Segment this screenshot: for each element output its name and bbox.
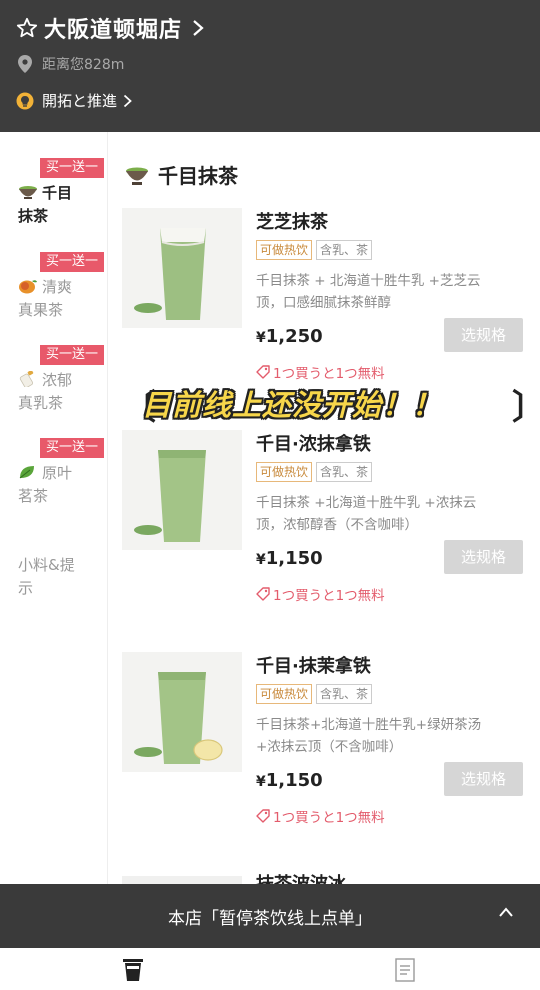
tag-icon xyxy=(256,809,270,823)
product-card[interactable]: 千目·抹茉拿铁 可做热饮 含乳、茶 千目抹茶+北海道十胜牛乳+绿妍茶汤 +浓抹云… xyxy=(122,652,532,862)
hot-drink-tag: 可做热饮 xyxy=(256,684,313,704)
product-tags: 可做热饮 含乳、茶 xyxy=(256,240,373,260)
product-description: 千目抹茶+北海道十胜牛乳+绿妍茶汤 +浓抹云顶（不含咖啡） xyxy=(256,717,482,755)
store-header: 大阪道顿堀店 距离您828m 開拓と推進 xyxy=(0,0,540,132)
sidebar-item-label[interactable]: 浓郁 真乳茶 xyxy=(18,369,88,415)
product-image[interactable] xyxy=(122,208,242,328)
bogo-coupon: 1つ買うと1つ無料 xyxy=(256,806,385,826)
order-list-icon[interactable] xyxy=(394,958,416,982)
matcha-cup-illustration xyxy=(134,228,206,320)
product-price: ¥1,150 xyxy=(256,548,323,569)
sidebar-item-fruit-tea[interactable]: 买一送一 清爽 真果茶 xyxy=(18,252,104,332)
store-name[interactable]: 大阪道顿堀店 xyxy=(44,12,182,44)
product-price: ¥1,250 xyxy=(256,326,323,347)
product-name[interactable]: 千目·浓抹拿铁 xyxy=(256,430,371,456)
right-bracket: 〕 xyxy=(512,380,540,429)
leaf-icon xyxy=(19,466,34,479)
hot-drink-tag: 可做热饮 xyxy=(256,462,313,482)
ingredient-tag: 含乳、茶 xyxy=(316,684,373,704)
matcha-bowl-icon xyxy=(19,186,37,199)
notice-text: 本店「暂停茶饮线上点单」 xyxy=(168,909,372,929)
tag-icon xyxy=(256,587,270,601)
ingredient-tag: 含乳、茶 xyxy=(316,462,373,482)
bogo-badge: 买一送一 xyxy=(40,252,104,272)
category-sidebar: 买一送一 千目 抹茶 买一送一 清爽 真果茶 买一送一 浓郁 真乳茶 买一送一 … xyxy=(0,132,108,884)
sidebar-item-leaf-tea[interactable]: 买一送一 原叶 茗茶 xyxy=(18,438,104,518)
product-description: 千目抹茶 +北海道十胜牛乳 +浓抹云 顶，浓郁醇香（不含咖啡） xyxy=(256,495,477,533)
store-notice-bar[interactable]: 本店「暂停茶饮线上点单」 xyxy=(0,884,540,948)
bogo-coupon: 1つ買うと1つ無料 xyxy=(256,362,385,382)
star-icon[interactable] xyxy=(16,17,38,39)
product-name[interactable]: 千目·抹茉拿铁 xyxy=(256,652,371,678)
promo-text[interactable]: 開拓と推進 xyxy=(42,90,117,111)
product-image[interactable] xyxy=(122,430,242,550)
sidebar-item-label[interactable]: 清爽 真果茶 xyxy=(18,276,88,322)
tag-icon xyxy=(256,365,270,379)
bogo-badge: 买一送一 xyxy=(40,345,104,365)
chevron-up-icon[interactable] xyxy=(498,906,514,918)
promo-link[interactable]: 開拓と推進 xyxy=(16,90,132,111)
product-image[interactable] xyxy=(122,652,242,772)
product-name[interactable]: 芝芝抹茶 xyxy=(256,208,328,234)
chevron-right-icon[interactable] xyxy=(192,19,204,37)
matcha-cup-illustration xyxy=(134,450,206,542)
product-card[interactable]: 千目·浓抹拿铁 可做热饮 含乳、茶 千目抹茶 +北海道十胜牛乳 +浓抹云 顶，浓… xyxy=(122,430,532,640)
overlay-caption-text: 目前线上还没开始！！ xyxy=(142,388,443,422)
sidebar-item-label[interactable]: 小料&提 示 xyxy=(18,554,88,600)
section-title-text: 千目抹茶 xyxy=(158,164,238,188)
product-description: 千目抹茶 + 北海道十胜牛乳 +芝芝云 顶，口感细腻抹茶鲜醇 xyxy=(256,273,481,311)
location-pin-icon xyxy=(18,55,32,73)
bogo-coupon: 1つ買うと1つ無料 xyxy=(256,584,385,604)
sidebar-item-label[interactable]: 原叶 茗茶 xyxy=(18,462,88,508)
bogo-badge: 买一送一 xyxy=(40,158,104,178)
lightbulb-icon xyxy=(16,92,34,109)
milk-bottle-icon xyxy=(19,371,34,387)
select-spec-button[interactable]: 选规格 xyxy=(444,540,523,574)
hot-drink-tag: 可做热饮 xyxy=(256,240,313,260)
overlay-caption: 〔 目前线上还没开始！！ 〕 xyxy=(122,380,540,430)
select-spec-button[interactable]: 选规格 xyxy=(444,318,523,352)
store-distance: 距离您828m xyxy=(18,54,124,74)
store-selector[interactable]: 大阪道顿堀店 xyxy=(16,12,204,44)
cup-icon[interactable] xyxy=(122,958,144,982)
product-tags: 可做热饮 含乳、茶 xyxy=(256,462,373,482)
ingredient-tag: 含乳、茶 xyxy=(316,240,373,260)
sidebar-item-matcha[interactable]: 买一送一 千目 抹茶 xyxy=(18,158,104,238)
sidebar-item-label[interactable]: 千目 抹茶 xyxy=(18,182,88,228)
matcha-cup-illustration xyxy=(134,672,223,764)
sidebar-item-milk-tea[interactable]: 买一送一 浓郁 真乳茶 xyxy=(18,345,104,425)
product-tags: 可做热饮 含乳、茶 xyxy=(256,684,373,704)
select-spec-button[interactable]: 选规格 xyxy=(444,762,523,796)
section-title: 千目抹茶 xyxy=(124,160,238,189)
product-price: ¥1,150 xyxy=(256,770,323,791)
matcha-bowl-icon xyxy=(126,167,148,185)
bogo-badge: 买一送一 xyxy=(40,438,104,458)
mango-icon xyxy=(19,280,37,294)
distance-text: 距离您828m xyxy=(42,57,125,73)
chevron-right-icon[interactable] xyxy=(123,94,132,108)
bottom-tab-bar xyxy=(0,948,540,990)
sidebar-item-toppings[interactable]: 小料&提 示 xyxy=(18,554,104,604)
